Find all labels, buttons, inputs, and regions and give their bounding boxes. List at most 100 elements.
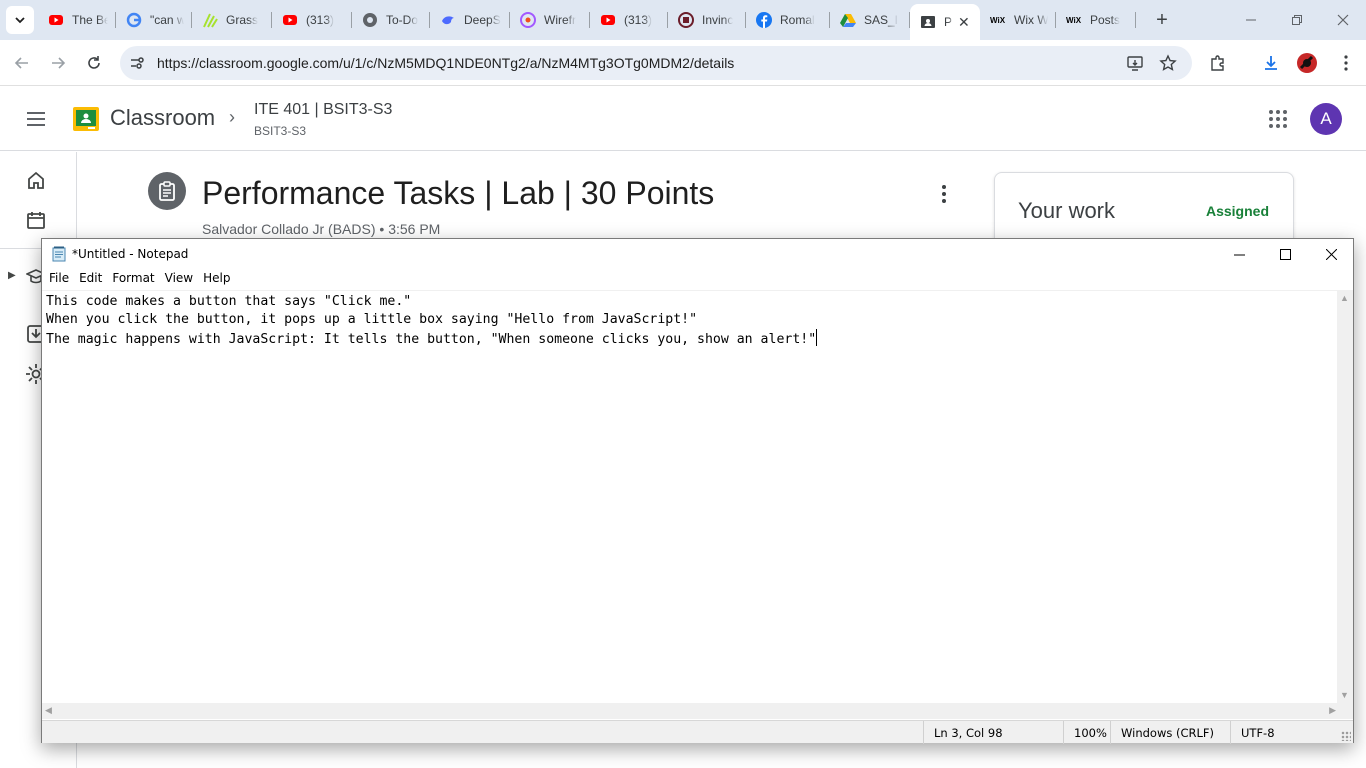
extensions-button[interactable] bbox=[1204, 49, 1232, 77]
notepad-title: *Untitled - Notepad bbox=[72, 247, 189, 261]
scroll-right-arrow-icon[interactable]: ▶ bbox=[1329, 705, 1336, 716]
window-close-button[interactable] bbox=[1320, 0, 1366, 40]
youtube-icon bbox=[600, 12, 616, 28]
tab-search-button[interactable] bbox=[6, 6, 34, 34]
tab-title: "can w bbox=[150, 13, 184, 27]
resize-grip[interactable] bbox=[1341, 731, 1351, 741]
address-bar[interactable]: https://classroom.google.com/u/1/c/NzM5M… bbox=[120, 46, 1192, 80]
browser-tab[interactable]: "can w bbox=[116, 4, 192, 36]
notepad-window: *Untitled - Notepad File Edit Format Vie… bbox=[41, 238, 1354, 744]
app-title[interactable]: Classroom bbox=[110, 105, 215, 131]
browser-tab[interactable]: WiX Posts bbox=[1056, 4, 1136, 36]
arrow-right-icon bbox=[52, 57, 66, 69]
browser-tab[interactable]: Wirefr bbox=[510, 4, 590, 36]
course-name[interactable]: ITE 401 | BSIT3-S3 bbox=[254, 101, 392, 119]
globe-icon bbox=[362, 12, 378, 28]
tab-title: P bbox=[944, 15, 953, 29]
scroll-left-arrow-icon[interactable]: ◀ bbox=[45, 705, 52, 716]
browser-tab[interactable]: Grass bbox=[192, 4, 272, 36]
text-line-3-content: The magic happens with JavaScript: It te… bbox=[46, 332, 817, 347]
text-line-2: When you click the button, it pops up a … bbox=[46, 312, 698, 327]
puzzle-icon bbox=[1211, 55, 1224, 71]
bookmark-star-icon[interactable] bbox=[1159, 54, 1177, 72]
notepad-close-button[interactable] bbox=[1308, 239, 1354, 269]
horizontal-scrollbar[interactable]: ◀ ▶ bbox=[42, 703, 1339, 719]
new-tab-button[interactable]: + bbox=[1150, 8, 1174, 32]
vertical-scrollbar[interactable]: ▲ ▼ bbox=[1337, 290, 1353, 703]
downloads-button[interactable] bbox=[1257, 49, 1285, 77]
deepseek-icon bbox=[440, 12, 456, 28]
menu-edit[interactable]: Edit bbox=[74, 269, 107, 289]
back-button[interactable] bbox=[8, 49, 36, 77]
browser-tab[interactable]: The Be bbox=[38, 4, 116, 36]
browser-tab[interactable]: To-Do bbox=[352, 4, 430, 36]
install-app-icon[interactable] bbox=[1126, 54, 1144, 72]
browser-toolbar: https://classroom.google.com/u/1/c/NzM5M… bbox=[0, 40, 1366, 86]
sidebar-item-home[interactable] bbox=[24, 168, 48, 192]
wix-icon: WiX bbox=[1066, 12, 1082, 28]
notepad-text-area[interactable]: This code makes a button that says "Clic… bbox=[42, 290, 1339, 703]
menu-format[interactable]: Format bbox=[107, 269, 159, 289]
browser-tab[interactable]: (313) bbox=[272, 4, 352, 36]
sidebar-item-calendar[interactable] bbox=[24, 208, 48, 232]
browser-tab[interactable]: WiX Wix W bbox=[980, 4, 1056, 36]
notepad-titlebar[interactable]: *Untitled - Notepad bbox=[42, 239, 1353, 269]
facebook-icon bbox=[756, 12, 772, 28]
browser-tab[interactable]: Romal bbox=[746, 4, 830, 36]
menu-file[interactable]: File bbox=[44, 269, 74, 289]
status-cursor-position: Ln 3, Col 98 bbox=[923, 721, 1063, 744]
browser-tab[interactable]: Invinc bbox=[668, 4, 746, 36]
tab-active[interactable]: P ✕ bbox=[910, 4, 980, 40]
clipboard-icon bbox=[159, 181, 175, 201]
invincible-icon bbox=[678, 12, 694, 28]
browser-menu-button[interactable] bbox=[1332, 49, 1360, 77]
menu-view[interactable]: View bbox=[160, 269, 198, 289]
assignment-options-button[interactable] bbox=[930, 180, 958, 208]
forward-button[interactable] bbox=[44, 49, 72, 77]
tab-title: Posts bbox=[1090, 13, 1121, 27]
assignment-meta: Salvador Collado Jr (BADS) • 3:56 PM bbox=[202, 221, 441, 237]
notepad-minimize-button[interactable] bbox=[1216, 239, 1262, 269]
calendar-icon bbox=[27, 212, 45, 229]
apps-grid-icon bbox=[1269, 110, 1287, 128]
browser-tab[interactable]: (313) bbox=[590, 4, 668, 36]
browser-tab[interactable]: SAS_I bbox=[830, 4, 910, 36]
notepad-maximize-button[interactable] bbox=[1262, 239, 1308, 269]
scroll-down-arrow-icon[interactable]: ▼ bbox=[1340, 690, 1349, 700]
course-section: BSIT3-S3 bbox=[254, 124, 307, 138]
chevron-right-icon: › bbox=[229, 107, 235, 127]
assignment-title: Performance Tasks | Lab | 30 Points bbox=[202, 175, 715, 211]
account-avatar[interactable]: A bbox=[1310, 103, 1342, 135]
grass-icon bbox=[202, 12, 218, 28]
tab-title: Wirefr bbox=[544, 13, 576, 27]
tab-close-icon[interactable]: ✕ bbox=[958, 14, 970, 31]
menu-help[interactable]: Help bbox=[198, 269, 235, 289]
classroom-logo-icon[interactable] bbox=[73, 107, 99, 131]
reload-icon bbox=[88, 56, 100, 69]
scroll-up-arrow-icon[interactable]: ▲ bbox=[1340, 293, 1349, 303]
tab-title: (313) bbox=[306, 13, 335, 27]
window-minimize-button[interactable] bbox=[1228, 0, 1274, 40]
main-menu-button[interactable] bbox=[24, 107, 48, 131]
more-vertical-icon bbox=[942, 185, 946, 203]
classroom-header: Classroom › ITE 401 | BSIT3-S3 BSIT3-S3 … bbox=[0, 87, 1366, 151]
classroom-icon bbox=[920, 14, 936, 30]
tab-title: DeepS bbox=[464, 13, 501, 27]
tab-title: Invinc bbox=[702, 13, 734, 27]
notepad-app-icon bbox=[52, 246, 66, 262]
youtube-icon bbox=[48, 12, 64, 28]
close-icon bbox=[1325, 248, 1337, 260]
restore-icon bbox=[1292, 15, 1302, 25]
tab-title: Grass bbox=[226, 13, 259, 27]
window-restore-button[interactable] bbox=[1274, 0, 1320, 40]
hamburger-menu-icon bbox=[27, 112, 45, 126]
reload-button[interactable] bbox=[80, 49, 108, 77]
browser-tab[interactable]: DeepS bbox=[430, 4, 510, 36]
site-settings-icon[interactable] bbox=[129, 55, 145, 71]
url-text[interactable]: https://classroom.google.com/u/1/c/NzM5M… bbox=[157, 55, 734, 71]
profile-button[interactable] bbox=[1293, 49, 1321, 77]
more-vertical-icon bbox=[1344, 55, 1348, 71]
your-work-title: Your work bbox=[1018, 198, 1116, 223]
expand-arrow-icon[interactable]: ▶ bbox=[8, 270, 16, 281]
google-apps-button[interactable] bbox=[1268, 109, 1288, 129]
